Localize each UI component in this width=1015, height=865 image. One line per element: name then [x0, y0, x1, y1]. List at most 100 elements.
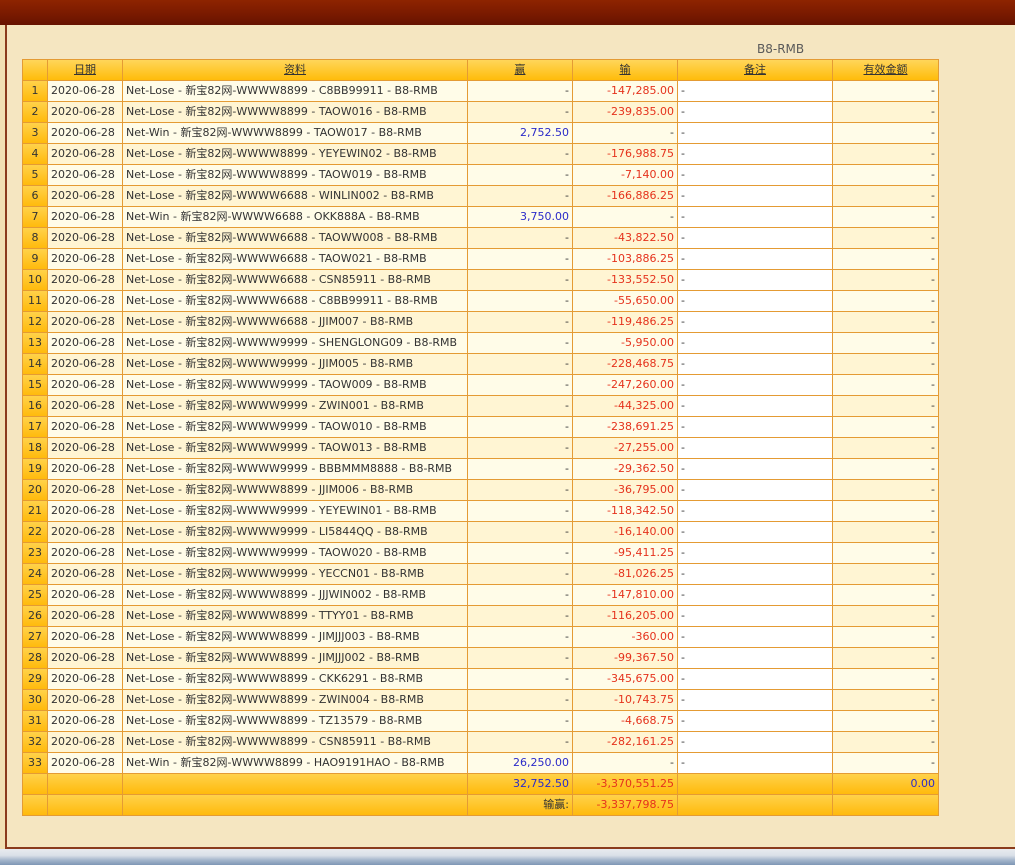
- row-info: Net-Lose - 新宝82网-WWWW8899 - JIMJJJ002 - …: [123, 648, 468, 669]
- row-info: Net-Lose - 新宝82网-WWWW8899 - TTYY01 - B8-…: [123, 606, 468, 627]
- row-remark: -: [678, 165, 833, 186]
- table-row: 32 2020-06-28 Net-Lose - 新宝82网-WWWW8899 - …: [23, 732, 939, 753]
- net-row: 输赢: -3,337,798.75: [23, 795, 939, 816]
- row-valid-amount: -: [833, 438, 939, 459]
- row-win: -: [468, 396, 573, 417]
- sort-date-link[interactable]: 日期: [74, 63, 96, 76]
- row-win: -: [468, 333, 573, 354]
- row-date: 2020-06-28: [48, 375, 123, 396]
- row-lose: -133,552.50: [573, 270, 678, 291]
- row-lose: -118,342.50: [573, 501, 678, 522]
- row-date: 2020-06-28: [48, 270, 123, 291]
- row-remark: -: [678, 417, 833, 438]
- row-date: 2020-06-28: [48, 690, 123, 711]
- net-info-cell: [123, 795, 468, 816]
- row-valid-amount: -: [833, 627, 939, 648]
- row-win: -: [468, 438, 573, 459]
- row-number: 21: [23, 501, 48, 522]
- table-row: 5 2020-06-28 Net-Lose - 新宝82网-WWWW8899 - T…: [23, 165, 939, 186]
- net-valid-cell: [833, 795, 939, 816]
- row-remark: -: [678, 81, 833, 102]
- row-date: 2020-06-28: [48, 312, 123, 333]
- row-info: Net-Lose - 新宝82网-WWWW8899 - JIMJJJ003 - …: [123, 627, 468, 648]
- report-table: 日期 资料 赢 输 备注 有效金额 1 2020-06-28 Net-Lose - …: [22, 59, 939, 816]
- row-remark: -: [678, 690, 833, 711]
- row-number: 28: [23, 648, 48, 669]
- row-lose: -247,260.00: [573, 375, 678, 396]
- row-number: 23: [23, 543, 48, 564]
- row-number: 24: [23, 564, 48, 585]
- row-info: Net-Win - 新宝82网-WWWW8899 - TAOW017 - B8-…: [123, 123, 468, 144]
- row-valid-amount: -: [833, 291, 939, 312]
- row-lose: -5,950.00: [573, 333, 678, 354]
- row-remark: -: [678, 144, 833, 165]
- table-row: 30 2020-06-28 Net-Lose - 新宝82网-WWWW8899 - …: [23, 690, 939, 711]
- row-remark: -: [678, 207, 833, 228]
- row-date: 2020-06-28: [48, 543, 123, 564]
- row-lose: -: [573, 753, 678, 774]
- row-info: Net-Lose - 新宝82网-WWWW9999 - YEYEWIN01 - …: [123, 501, 468, 522]
- row-valid-amount: -: [833, 711, 939, 732]
- table-row: 3 2020-06-28 Net-Win - 新宝82网-WWWW8899 - TA…: [23, 123, 939, 144]
- sort-lose-link[interactable]: 输: [620, 63, 631, 76]
- table-row: 26 2020-06-28 Net-Lose - 新宝82网-WWWW8899 - …: [23, 606, 939, 627]
- table-row: 21 2020-06-28 Net-Lose - 新宝82网-WWWW9999 - …: [23, 501, 939, 522]
- row-valid-amount: -: [833, 585, 939, 606]
- row-lose: -36,795.00: [573, 480, 678, 501]
- row-number: 6: [23, 186, 48, 207]
- table-row: 7 2020-06-28 Net-Win - 新宝82网-WWWW6688 - OK…: [23, 207, 939, 228]
- report-currency-title: B8-RMB: [757, 42, 805, 56]
- row-lose: -99,367.50: [573, 648, 678, 669]
- table-row: 28 2020-06-28 Net-Lose - 新宝82网-WWWW8899 - …: [23, 648, 939, 669]
- row-number: 14: [23, 354, 48, 375]
- table-row: 24 2020-06-28 Net-Lose - 新宝82网-WWWW9999 - …: [23, 564, 939, 585]
- row-remark: -: [678, 627, 833, 648]
- row-info: Net-Lose - 新宝82网-WWWW9999 - YECCN01 - B8…: [123, 564, 468, 585]
- row-remark: -: [678, 354, 833, 375]
- row-remark: -: [678, 669, 833, 690]
- row-number: 18: [23, 438, 48, 459]
- row-valid-amount: -: [833, 165, 939, 186]
- row-win: -: [468, 501, 573, 522]
- row-valid-amount: -: [833, 690, 939, 711]
- sort-win-link[interactable]: 赢: [515, 63, 526, 76]
- row-number: 10: [23, 270, 48, 291]
- table-row: 17 2020-06-28 Net-Lose - 新宝82网-WWWW9999 - …: [23, 417, 939, 438]
- row-info: Net-Lose - 新宝82网-WWWW9999 - JJIM005 - B8…: [123, 354, 468, 375]
- row-remark: -: [678, 249, 833, 270]
- row-number: 9: [23, 249, 48, 270]
- table-row: 25 2020-06-28 Net-Lose - 新宝82网-WWWW8899 - …: [23, 585, 939, 606]
- row-lose: -116,205.00: [573, 606, 678, 627]
- table-row: 1 2020-06-28 Net-Lose - 新宝82网-WWWW8899 - C…: [23, 81, 939, 102]
- row-win: -: [468, 270, 573, 291]
- row-lose: -238,691.25: [573, 417, 678, 438]
- table-row: 12 2020-06-28 Net-Lose - 新宝82网-WWWW6688 - …: [23, 312, 939, 333]
- row-valid-amount: -: [833, 669, 939, 690]
- row-info: Net-Lose - 新宝82网-WWWW6688 - C8BB99911 - …: [123, 291, 468, 312]
- row-win: -: [468, 312, 573, 333]
- row-number: 33: [23, 753, 48, 774]
- header-remark: 备注: [678, 60, 833, 81]
- sort-info-link[interactable]: 资料: [284, 63, 306, 76]
- header-number: [23, 60, 48, 81]
- row-lose: -345,675.00: [573, 669, 678, 690]
- row-number: 7: [23, 207, 48, 228]
- total-valid-amount: 0.00: [833, 774, 939, 795]
- row-valid-amount: -: [833, 522, 939, 543]
- table-row: 2 2020-06-28 Net-Lose - 新宝82网-WWWW8899 - T…: [23, 102, 939, 123]
- table-body: 1 2020-06-28 Net-Lose - 新宝82网-WWWW8899 - C…: [23, 81, 939, 774]
- row-remark: -: [678, 123, 833, 144]
- sort-valid-amount-link[interactable]: 有效金额: [864, 63, 908, 76]
- table-row: 31 2020-06-28 Net-Lose - 新宝82网-WWWW8899 - …: [23, 711, 939, 732]
- net-label: 输赢:: [468, 795, 573, 816]
- sort-remark-link[interactable]: 备注: [744, 63, 766, 76]
- row-date: 2020-06-28: [48, 522, 123, 543]
- row-info: Net-Lose - 新宝82网-WWWW8899 - CSN85911 - B…: [123, 732, 468, 753]
- row-lose: -4,668.75: [573, 711, 678, 732]
- total-win: 32,752.50: [468, 774, 573, 795]
- row-lose: -7,140.00: [573, 165, 678, 186]
- totals-row: 32,752.50 -3,370,551.25 0.00: [23, 774, 939, 795]
- row-win: -: [468, 102, 573, 123]
- row-valid-amount: -: [833, 144, 939, 165]
- row-remark: -: [678, 543, 833, 564]
